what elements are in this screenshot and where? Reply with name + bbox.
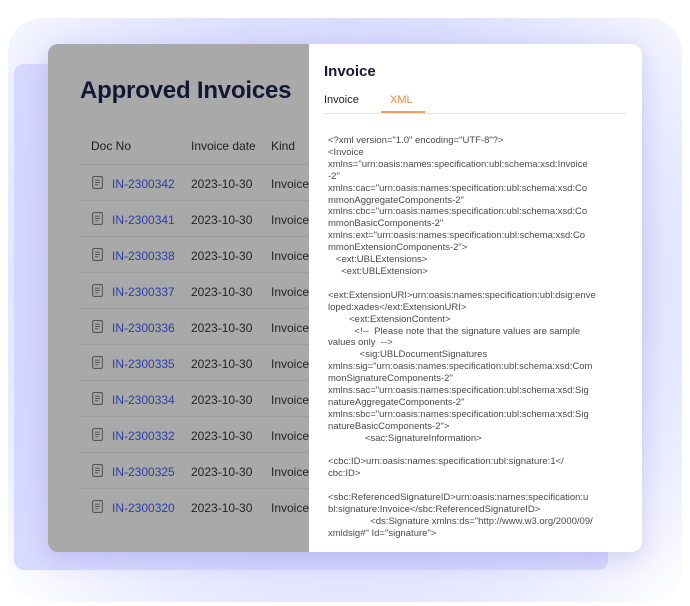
document-icon[interactable] [92, 320, 103, 333]
invoice-kind: Invoice [271, 177, 310, 191]
doc-no-link[interactable]: IN-2300336 [112, 321, 175, 335]
tab-invoice[interactable]: Invoice [324, 94, 359, 106]
xml-line: bl:signature:Invoice</sbc:ReferencedSign… [328, 504, 541, 516]
xml-line: <ext:ExtensionURI>urn:oasis:names:specif… [328, 289, 596, 301]
table-row[interactable]: IN-2300338 2023-10-30 Invoice [78, 236, 310, 272]
invoice-date: 2023-10-30 [191, 501, 253, 515]
xml-line: xmlns:sig="urn:oasis:names:specification… [328, 361, 593, 373]
table-row[interactable]: IN-2300320 2023-10-30 Invoice [78, 488, 310, 524]
invoice-date: 2023-10-30 [191, 321, 253, 335]
page-title: Approved Invoices [80, 77, 292, 104]
doc-no-link[interactable]: IN-2300341 [112, 213, 175, 227]
invoice-kind: Invoice [271, 465, 310, 479]
invoice-kind: Invoice [271, 429, 310, 443]
doc-no-link[interactable]: IN-2300335 [112, 357, 175, 371]
xml-line: natureBasicComponents-2"> [328, 420, 450, 432]
invoice-kind: Invoice [271, 357, 310, 371]
invoice-detail-drawer: Invoice Invoice XML <?xml version="1.0" … [309, 44, 642, 552]
document-icon[interactable] [92, 284, 103, 297]
table-row[interactable]: IN-2300336 2023-10-30 Invoice [78, 308, 310, 344]
document-icon[interactable] [92, 500, 103, 513]
xml-line: xmlns:sac="urn:oasis:names:specification… [328, 385, 589, 397]
invoice-date: 2023-10-30 [191, 357, 253, 371]
document-icon[interactable] [92, 428, 103, 441]
document-icon[interactable] [92, 176, 103, 189]
xml-line: xmlns:ext="urn:oasis:names:specification… [328, 230, 586, 242]
xml-line: <sbc:ReferencedSignatureID>urn:oasis:nam… [328, 492, 589, 504]
xml-line: <cbc:ID>urn:oasis:names:specification:ub… [328, 456, 564, 468]
xml-line [328, 278, 624, 290]
xml-line: mmonExtensionComponents-2"> [328, 242, 468, 254]
xml-content: <?xml version="1.0" encoding="UTF-8"?> <I… [328, 135, 624, 540]
xml-line: xmldsig#" Id="signature"> [328, 527, 437, 539]
doc-no-link[interactable]: IN-2300320 [112, 501, 175, 515]
table-row[interactable]: IN-2300335 2023-10-30 Invoice [78, 344, 310, 380]
approved-invoices-panel: Approved Invoices Doc No Invoice date Ki… [48, 44, 310, 552]
xml-line: <ext:UBLExtension> [328, 265, 428, 277]
xml-line: monSignatureComponents-2" [328, 373, 453, 385]
invoice-date: 2023-10-30 [191, 249, 253, 263]
table-row[interactable]: IN-2300332 2023-10-30 Invoice [78, 416, 310, 452]
detail-tabs: Invoice XML [324, 90, 626, 114]
xml-line: xmlns:cbc="urn:oasis:names:specification… [328, 206, 588, 218]
invoice-kind: Invoice [271, 213, 310, 227]
invoice-kind: Invoice [271, 249, 310, 263]
document-icon[interactable] [92, 464, 103, 477]
xml-line: -2" [328, 170, 340, 182]
invoice-date: 2023-10-30 [191, 393, 253, 407]
invoice-table: IN-2300342 2023-10-30 Invoice IN-2300341… [78, 164, 310, 524]
invoice-date: 2023-10-30 [191, 285, 253, 299]
xml-line: xmlns:sbc="urn:oasis:names:specification… [328, 408, 589, 420]
invoice-kind: Invoice [271, 285, 310, 299]
table-row[interactable]: IN-2300341 2023-10-30 Invoice [78, 200, 310, 236]
drawer-title: Invoice [324, 63, 376, 80]
column-header-doc-no[interactable]: Doc No [91, 139, 131, 153]
invoice-date: 2023-10-30 [191, 213, 253, 227]
table-row[interactable]: IN-2300334 2023-10-30 Invoice [78, 380, 310, 416]
table-row[interactable]: IN-2300342 2023-10-30 Invoice [78, 164, 310, 200]
xml-line: mmonAggregateComponents-2" [328, 194, 464, 206]
xml-line: xmlns="urn:oasis:names:specification:ubl… [328, 158, 588, 170]
app-card: Approved Invoices Doc No Invoice date Ki… [48, 44, 642, 552]
doc-no-link[interactable]: IN-2300338 [112, 249, 175, 263]
invoice-kind: Invoice [271, 501, 310, 515]
xml-line: <ds:Signature xmlns:ds="http://www.w3.or… [328, 516, 593, 527]
document-icon[interactable] [92, 356, 103, 369]
active-tab-indicator [381, 111, 425, 113]
doc-no-link[interactable]: IN-2300337 [112, 285, 175, 299]
xml-line: xmlns:cac="urn:oasis:names:specification… [328, 182, 588, 194]
document-icon[interactable] [92, 248, 103, 261]
doc-no-link[interactable]: IN-2300332 [112, 429, 175, 443]
invoice-date: 2023-10-30 [191, 177, 253, 191]
table-row[interactable]: IN-2300337 2023-10-30 Invoice [78, 272, 310, 308]
doc-no-link[interactable]: IN-2300334 [112, 393, 175, 407]
xml-line [328, 480, 624, 492]
column-header-kind[interactable]: Kind [271, 139, 295, 153]
xml-line: loped:xades</ext:ExtensionURI> [328, 301, 467, 313]
table-row[interactable]: IN-2300325 2023-10-30 Invoice [78, 452, 310, 488]
doc-no-link[interactable]: IN-2300325 [112, 465, 175, 479]
doc-no-link[interactable]: IN-2300342 [112, 177, 175, 191]
xml-line: <?xml version="1.0" encoding="UTF-8"?> [328, 135, 504, 146]
invoice-date: 2023-10-30 [191, 465, 253, 479]
xml-line: cbc:ID> [328, 468, 361, 480]
invoice-kind: Invoice [271, 321, 310, 335]
xml-line: <!-- Please note that the signature valu… [328, 325, 581, 337]
xml-line: <ext:UBLExtensions> [328, 254, 428, 266]
xml-line: <sig:UBLDocumentSignatures [328, 349, 488, 361]
invoice-date: 2023-10-30 [191, 429, 253, 443]
xml-line: <Invoice [328, 146, 364, 158]
invoice-kind: Invoice [271, 393, 310, 407]
xml-line: values only --> [328, 337, 393, 349]
tab-xml[interactable]: XML [390, 94, 413, 106]
column-header-invoice-date[interactable]: Invoice date [191, 139, 256, 153]
xml-line: mmonBasicComponents-2" [328, 218, 444, 230]
document-icon[interactable] [92, 392, 103, 405]
document-icon[interactable] [92, 212, 103, 225]
xml-line: natureAggregateComponents-2" [328, 396, 465, 408]
xml-line [328, 445, 624, 457]
xml-line: <ext:ExtensionContent> [328, 313, 451, 325]
xml-line: <sac:SignatureInformation> [328, 432, 482, 444]
